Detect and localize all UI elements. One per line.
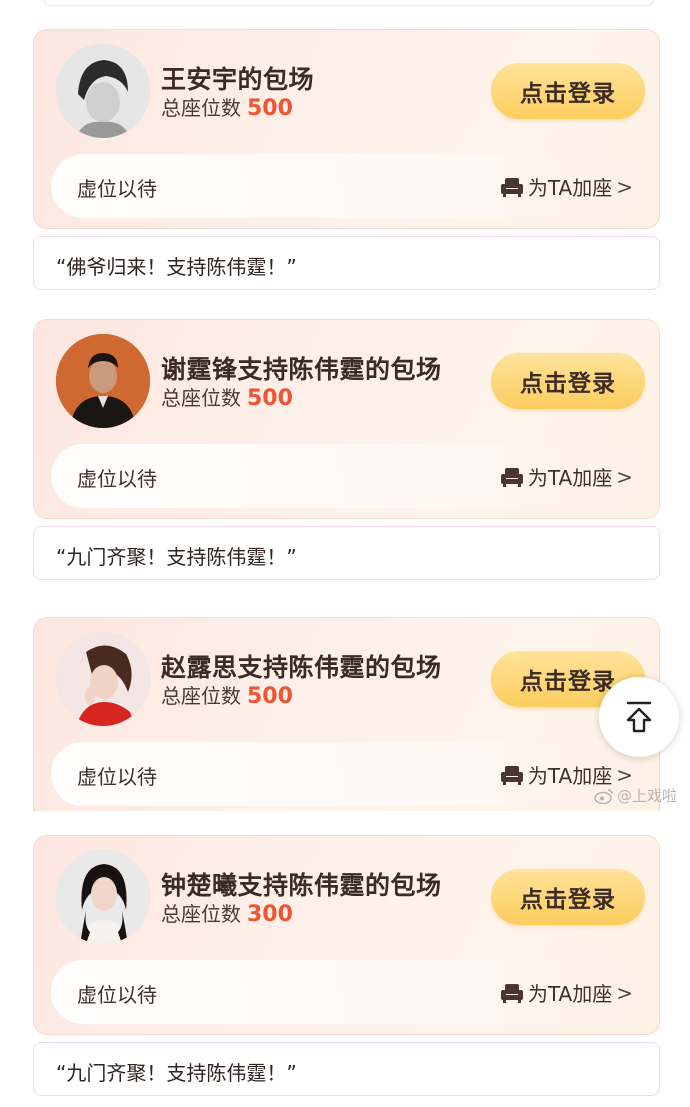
add-seat-link[interactable]: 为TA加座 > bbox=[500, 172, 633, 201]
seat-bar: 虚位以待 为TA加座 > bbox=[51, 154, 645, 218]
seat-bar: 虚位以待 为TA加座 > bbox=[51, 742, 645, 806]
booking-card: 赵露思支持陈伟霆的包场 总座位数 500 点击登录 虚位以待 为TA加座 > bbox=[33, 617, 660, 811]
seat-total: 总座位数 500 bbox=[161, 382, 293, 411]
vacant-seat-label: 虚位以待 bbox=[77, 765, 157, 789]
weibo-logo-icon bbox=[594, 788, 613, 804]
booking-card: 钟楚曦支持陈伟霆的包场 总座位数 300 点击登录 虚位以待 为TA加座 > bbox=[33, 835, 660, 1035]
seat-total-count: 500 bbox=[247, 684, 293, 709]
chevron-right-icon: > bbox=[616, 762, 633, 787]
vacant-seat-label: 虚位以待 bbox=[77, 983, 157, 1007]
page: 王安宇的包场 总座位数 500 点击登录 虚位以待 为TA加座 > “佛爷归来！支… bbox=[0, 0, 690, 1107]
add-seat-label: 为TA加座 bbox=[527, 982, 613, 1006]
seat-total-label: 总座位数 bbox=[161, 96, 241, 120]
seat-total: 总座位数 300 bbox=[161, 898, 293, 927]
add-seat-label: 为TA加座 bbox=[527, 176, 613, 200]
avatar[interactable] bbox=[56, 632, 150, 726]
seat-total: 总座位数 500 bbox=[161, 680, 293, 709]
card-title: 谢霆锋支持陈伟霆的包场 bbox=[161, 355, 442, 384]
login-button[interactable]: 点击登录 bbox=[491, 63, 645, 119]
chevron-right-icon: > bbox=[616, 174, 633, 199]
watermark-text: @上戏啦 bbox=[617, 787, 678, 805]
card-title: 赵露思支持陈伟霆的包场 bbox=[161, 653, 442, 682]
vacant-seat-label: 虚位以待 bbox=[77, 177, 157, 201]
armchair-icon bbox=[500, 983, 523, 1003]
watermark: @上戏啦 bbox=[594, 785, 677, 806]
support-quote: “佛爷归来！支持陈伟霆！” bbox=[33, 236, 660, 290]
add-seat-link[interactable]: 为TA加座 > bbox=[500, 978, 633, 1007]
support-quote: “九门齐聚！支持陈伟霆！” bbox=[33, 1042, 660, 1096]
seat-total-count: 500 bbox=[247, 386, 293, 411]
add-seat-label: 为TA加座 bbox=[527, 466, 613, 490]
seat-bar: 虚位以待 为TA加座 > bbox=[51, 960, 645, 1024]
seat-total-label: 总座位数 bbox=[161, 902, 241, 926]
booking-card: 王安宇的包场 总座位数 500 点击登录 虚位以待 为TA加座 > bbox=[33, 29, 660, 229]
armchair-icon bbox=[500, 177, 523, 197]
card-title: 钟楚曦支持陈伟霆的包场 bbox=[161, 871, 442, 900]
seat-total-label: 总座位数 bbox=[161, 386, 241, 410]
booking-card: 谢霆锋支持陈伟霆的包场 总座位数 500 点击登录 虚位以待 为TA加座 > bbox=[33, 319, 660, 519]
scroll-to-top-button[interactable] bbox=[599, 677, 679, 757]
avatar[interactable] bbox=[56, 850, 150, 944]
vacant-seat-label: 虚位以待 bbox=[77, 467, 157, 491]
seat-total-label: 总座位数 bbox=[161, 684, 241, 708]
support-quote: “九门齐聚！支持陈伟霆！” bbox=[33, 526, 660, 580]
card-title: 王安宇的包场 bbox=[161, 65, 315, 94]
seat-total: 总座位数 500 bbox=[161, 92, 293, 121]
chevron-right-icon: > bbox=[616, 464, 633, 489]
arrow-up-to-top-icon bbox=[626, 701, 652, 733]
seat-bar: 虚位以待 为TA加座 > bbox=[51, 444, 645, 508]
login-button[interactable]: 点击登录 bbox=[491, 869, 645, 925]
avatar[interactable] bbox=[56, 44, 150, 138]
login-button[interactable]: 点击登录 bbox=[491, 353, 645, 409]
armchair-icon bbox=[500, 467, 523, 487]
previous-quote-edge bbox=[44, 0, 654, 6]
armchair-icon bbox=[500, 765, 523, 785]
avatar[interactable] bbox=[56, 334, 150, 428]
add-seat-link[interactable]: 为TA加座 > bbox=[500, 462, 633, 491]
seat-total-count: 300 bbox=[247, 902, 293, 927]
seat-total-count: 500 bbox=[247, 96, 293, 121]
chevron-right-icon: > bbox=[616, 980, 633, 1005]
